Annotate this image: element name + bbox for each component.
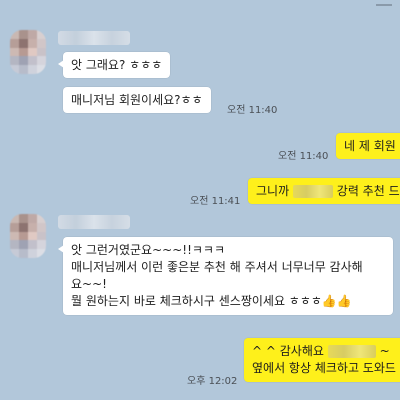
message-line: 앗 그런거였군요~~~!!ㅋㅋㅋ [71,243,226,257]
window-edge-mark [376,0,392,6]
message-text-prefix: ^ ^ 감사해요 [252,344,324,358]
message-bubble-incoming[interactable]: 앗 그래요? ㅎㅎㅎ [57,52,171,78]
message-bubble-outgoing[interactable]: 네 제 회원 [336,133,400,159]
message-text-suffix: ~ [379,344,390,358]
message-bubble-outgoing[interactable]: 그니까 강력 추천 드 [248,178,400,204]
redacted-name [292,185,333,198]
message-text: 네 제 회원 [344,139,396,153]
avatar[interactable] [10,214,46,258]
message-timestamp: 오전 11:41 [190,196,241,207]
message-text-suffix: 강력 추천 드 [336,184,400,198]
sender-name-redacted [58,31,130,45]
sender-name-redacted [58,215,130,229]
message-bubble-incoming[interactable]: 매니저님 회원이세요?ㅎㅎ [63,87,211,113]
message-timestamp: 오후 12:02 [187,376,238,387]
message-bubble-outgoing[interactable]: ^ ^ 감사해요 ~ 옆에서 항상 체크하고 도와드 [244,338,400,382]
avatar[interactable] [10,30,46,74]
message-line: 옆에서 항상 체크하고 도와드 [252,361,396,375]
message-timestamp: 오전 11:40 [227,105,278,116]
message-line: ^ ^ 감사해요 ~ [252,343,398,360]
message-timestamp: 오전 11:40 [278,151,329,162]
message-text: 앗 그래요? ㅎㅎㅎ [71,58,163,72]
message-text: 매니저님 회원이세요?ㅎㅎ [71,93,203,107]
message-text-prefix: 그니까 [256,184,290,198]
message-bubble-incoming[interactable]: 앗 그런거였군요~~~!!ㅋㅋㅋ 매니저님께서 이런 좋은분 추천 해 주셔서 … [58,237,393,315]
message-line: 요~~! [71,277,107,291]
message-line: 뭘 원하는지 바로 체크하시구 센스짱이세요 ㅎㅎㅎ👍👍 [71,294,352,308]
message-line: 매니저님께서 이런 좋은분 추천 해 주셔서 너무너무 감사해 [71,260,363,274]
redacted-name [327,345,376,358]
